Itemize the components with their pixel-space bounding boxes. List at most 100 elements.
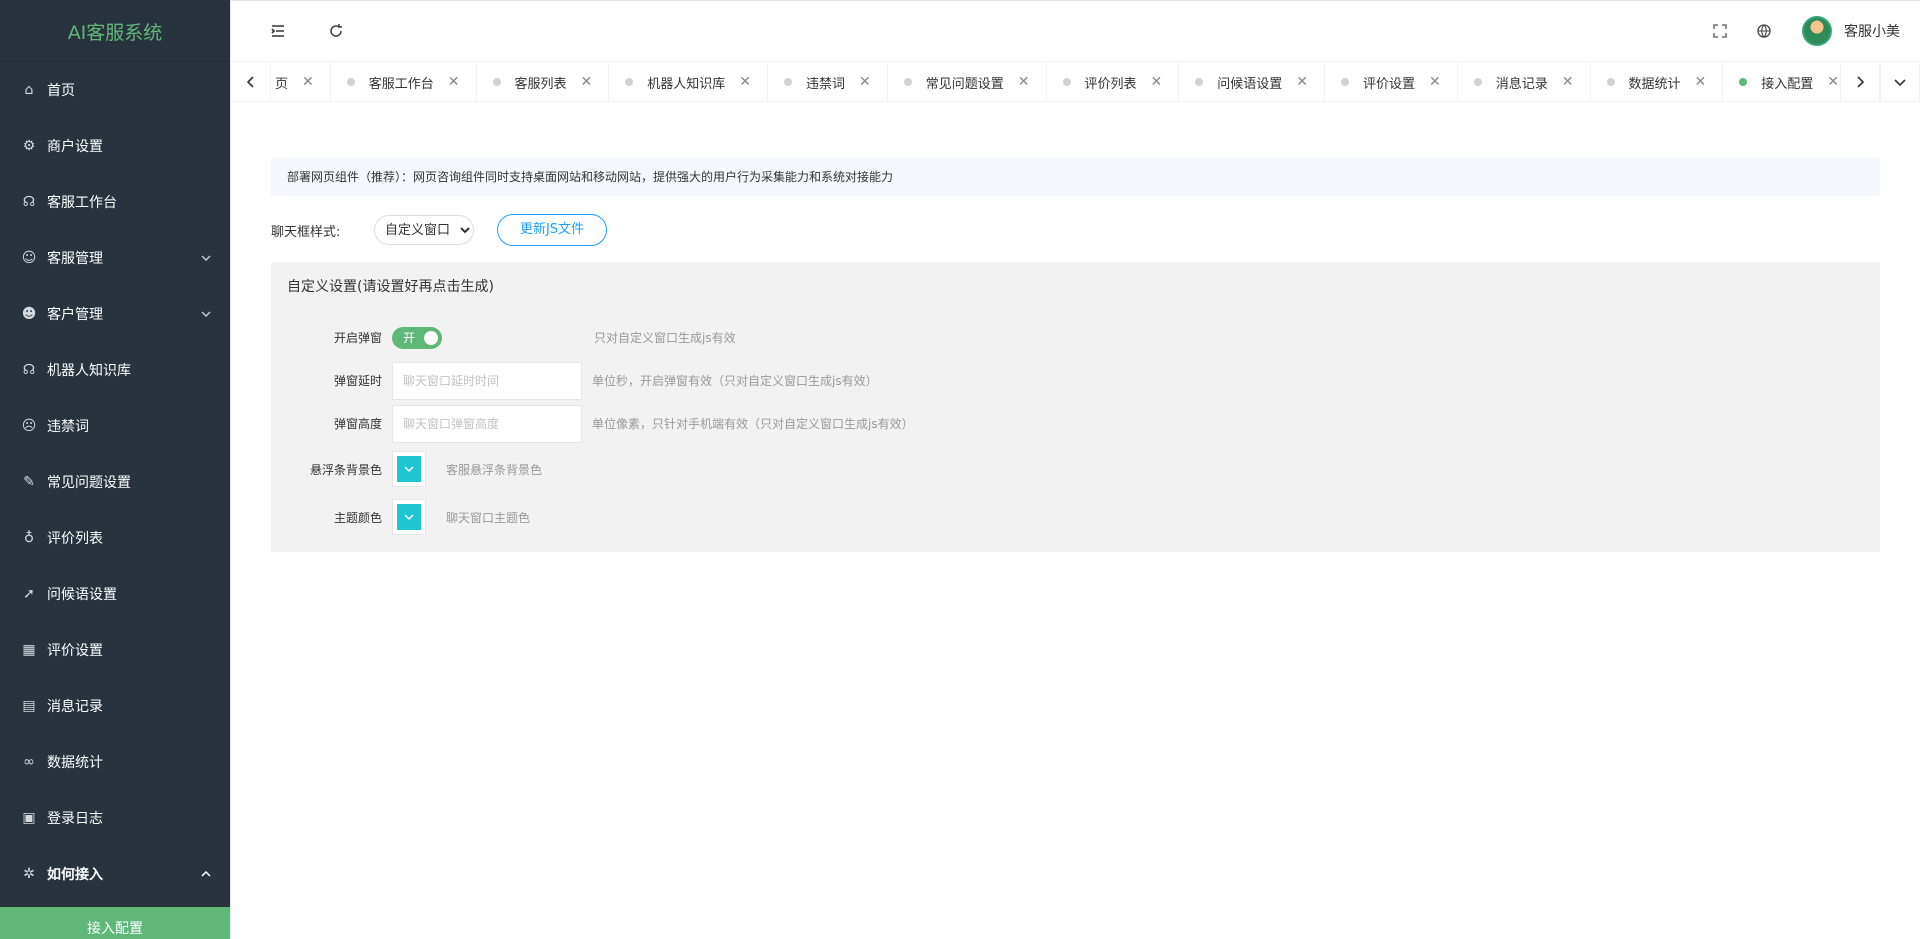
- popup-switch[interactable]: 开: [392, 326, 442, 349]
- close-icon[interactable]: ✕: [859, 74, 871, 90]
- sidebar: AI客服系统 ⌂ 首页 ⚙ 商户设置 ☊ 客服工作台 ☺ 客服管理 ☻ 客户管理 ☊ 机器人知识库 ☹ 违…: [0, 0, 230, 939]
- sidebar-item-13[interactable]: ▣ 登录日志: [0, 790, 230, 846]
- home-icon: ⌂: [24, 82, 34, 98]
- chevron-down-icon: [404, 466, 414, 472]
- tab-10[interactable]: 数据统计 ✕: [1591, 62, 1724, 101]
- close-icon[interactable]: ✕: [1018, 74, 1030, 90]
- close-icon[interactable]: ✕: [1429, 74, 1441, 90]
- theme-color-label: 主题颜色: [333, 510, 382, 525]
- thumb-up-icon: ♁: [23, 530, 35, 546]
- height-input[interactable]: 聊天窗口弹窗高度: [392, 404, 582, 443]
- edit-icon: ✎: [23, 474, 35, 490]
- height-row: 弹窗高度 聊天窗口弹窗高度 单位像素，只针对手机端有效（只对自定义窗口生成js有…: [287, 402, 1864, 445]
- tab-scroll-left-button[interactable]: [231, 62, 271, 101]
- close-icon[interactable]: ✕: [1695, 74, 1707, 90]
- tab-7[interactable]: 问候语设置 ✕: [1179, 62, 1325, 101]
- theme-color-picker[interactable]: [392, 499, 426, 535]
- tab-8[interactable]: 评价设置 ✕: [1325, 62, 1458, 101]
- tab-label: 问候语设置: [1217, 76, 1283, 92]
- tab-0[interactable]: 页 ✕: [271, 62, 331, 101]
- log-icon: ▣: [22, 810, 36, 826]
- sidebar-item-label: 数据统计: [47, 755, 103, 771]
- delay-row: 弹窗延时 聊天窗口延时时间 单位秒，开启弹窗有效（只对自定义窗口生成js有效）: [287, 359, 1864, 402]
- theme-color-row: 主题颜色 聊天窗口主题色: [287, 493, 1864, 541]
- height-label: 弹窗高度: [333, 417, 382, 431]
- tab-status-dot: [1195, 78, 1204, 86]
- tab-6[interactable]: 评价列表 ✕: [1047, 62, 1180, 101]
- plugin-icon: ✲: [23, 866, 35, 882]
- sidebar-item-11[interactable]: ▤ 消息记录: [0, 678, 230, 734]
- sidebar-item-label: 评价设置: [47, 643, 103, 659]
- tab-9[interactable]: 消息记录 ✕: [1458, 62, 1591, 101]
- popup-label: 开启弹窗: [333, 331, 382, 345]
- content: 部署网页组件（推荐）：网页咨询组件同时支持桌面网站和移动网站，提供强大的用户行为…: [231, 102, 1920, 552]
- sidebar-item-label: 客服管理: [47, 251, 103, 267]
- chat-style-row: 聊天框样式: 自定义窗口 更新JS文件: [271, 214, 1880, 246]
- close-icon[interactable]: ✕: [302, 74, 314, 90]
- tab-1[interactable]: 客服工作台 ✕: [331, 62, 477, 101]
- globe-icon[interactable]: [1742, 9, 1786, 53]
- sidebar-item-6[interactable]: ☹ 违禁词: [0, 398, 230, 454]
- tab-status-dot: [492, 78, 501, 86]
- float-color-hint: 客服悬浮条背景色: [446, 462, 543, 477]
- tab-5[interactable]: 常见问题设置 ✕: [888, 62, 1047, 101]
- headset-icon: ☊: [22, 194, 36, 210]
- face-icon: ☹: [21, 418, 37, 434]
- calendar-icon: ▦: [22, 642, 36, 658]
- close-icon[interactable]: ✕: [581, 74, 593, 90]
- sidebar-item-8[interactable]: ♁ 评价列表: [0, 510, 230, 566]
- sidebar-item-0[interactable]: ⌂ 首页: [0, 62, 230, 118]
- avatar[interactable]: [1802, 16, 1832, 46]
- gear-icon: ⚙: [22, 138, 36, 154]
- sidebar-item-9[interactable]: ➚ 问候语设置: [0, 566, 230, 622]
- send-icon: ➚: [23, 586, 35, 602]
- close-icon[interactable]: ✕: [739, 74, 751, 90]
- sidebar-item-3[interactable]: ☺ 客服管理: [0, 230, 230, 286]
- chat-style-select[interactable]: 自定义窗口: [374, 215, 474, 245]
- sidebar-item-14[interactable]: ✲ 如何接入: [0, 846, 230, 902]
- sidebar-item-label: 客服工作台: [47, 195, 117, 211]
- tab-11[interactable]: 接入配置 ✕: [1723, 62, 1840, 101]
- fullscreen-icon[interactable]: [1698, 9, 1742, 53]
- theme-color-hint: 聊天窗口主题色: [446, 510, 531, 525]
- tab-status-dot: [1473, 78, 1482, 86]
- tab-3[interactable]: 机器人知识库 ✕: [609, 62, 768, 101]
- tab-scroll-right-button[interactable]: [1840, 62, 1880, 101]
- menu-toggle-icon[interactable]: [256, 9, 300, 53]
- tab-label: 评价设置: [1363, 76, 1416, 92]
- sidebar-subitem-access-config[interactable]: 接入配置: [0, 907, 230, 939]
- switch-knob: [424, 330, 438, 345]
- sidebar-item-label: 消息记录: [47, 699, 103, 715]
- delay-input[interactable]: 聊天窗口延时时间: [392, 361, 582, 400]
- sidebar-item-7[interactable]: ✎ 常见问题设置: [0, 454, 230, 510]
- close-icon[interactable]: ✕: [1151, 74, 1163, 90]
- close-icon[interactable]: ✕: [1562, 74, 1574, 90]
- sidebar-item-4[interactable]: ☻ 客户管理: [0, 286, 230, 342]
- tab-label: 数据统计: [1628, 76, 1681, 92]
- tab-status-dot: [903, 78, 912, 86]
- tab-label: 机器人知识库: [647, 76, 726, 92]
- delay-hint: 单位秒，开启弹窗有效（只对自定义窗口生成js有效）: [592, 374, 878, 388]
- chevron-down-icon: [200, 308, 212, 320]
- user-name[interactable]: 客服小美: [1844, 21, 1900, 41]
- tab-4[interactable]: 违禁词 ✕: [768, 62, 888, 101]
- switch-text: 开: [403, 330, 416, 345]
- update-js-button[interactable]: 更新JS文件: [497, 214, 607, 246]
- close-icon[interactable]: ✕: [448, 74, 460, 90]
- refresh-icon[interactable]: [314, 9, 358, 53]
- sidebar-item-12[interactable]: ∞ 数据统计: [0, 734, 230, 790]
- sidebar-item-5[interactable]: ☊ 机器人知识库: [0, 342, 230, 398]
- tab-label: 接入配置: [1761, 76, 1814, 92]
- sidebar-item-10[interactable]: ▦ 评价设置: [0, 622, 230, 678]
- tab-status-dot: [625, 78, 634, 86]
- sidebar-item-1[interactable]: ⚙ 商户设置: [0, 118, 230, 174]
- sidebar-item-label: 问候语设置: [47, 587, 117, 603]
- close-icon[interactable]: ✕: [1827, 74, 1839, 90]
- float-color-picker[interactable]: [392, 451, 426, 487]
- sidebar-item-label: 登录日志: [47, 811, 103, 827]
- tab-2[interactable]: 客服列表 ✕: [477, 62, 610, 101]
- sidebar-item-2[interactable]: ☊ 客服工作台: [0, 174, 230, 230]
- close-icon[interactable]: ✕: [1296, 74, 1308, 90]
- delay-label: 弹窗延时: [333, 374, 382, 388]
- tab-dropdown-button[interactable]: [1880, 62, 1920, 101]
